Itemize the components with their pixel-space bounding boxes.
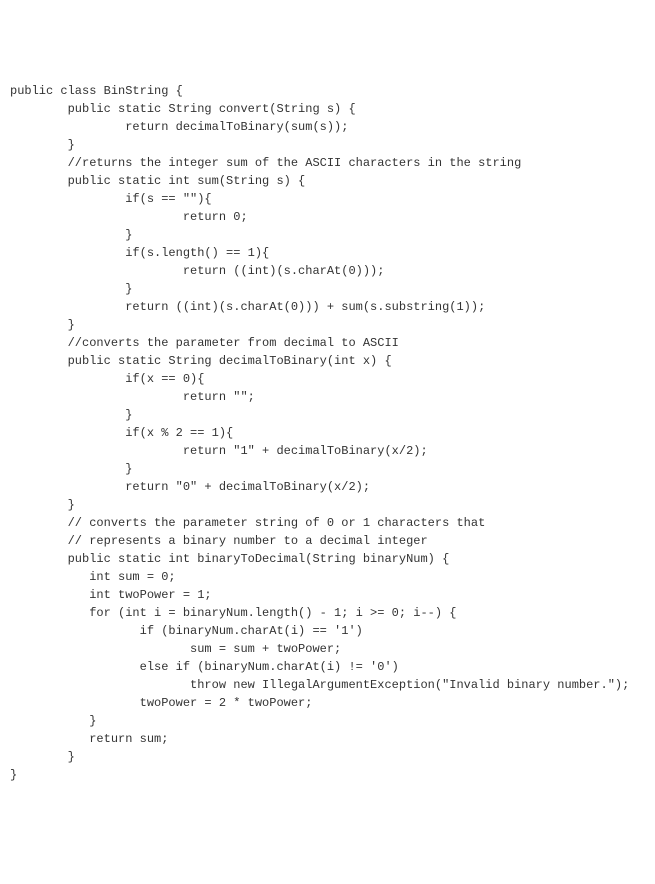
- code-line: //converts the parameter from decimal to…: [10, 334, 645, 352]
- code-line: }: [10, 280, 645, 298]
- code-line: public class BinString {: [10, 82, 645, 100]
- code-line: }: [10, 136, 645, 154]
- code-line: return "";: [10, 388, 645, 406]
- code-line: }: [10, 226, 645, 244]
- code-line: }: [10, 712, 645, 730]
- code-line: throw new IllegalArgumentException("Inva…: [10, 676, 645, 694]
- code-line: return ((int)(s.charAt(0))) + sum(s.subs…: [10, 298, 645, 316]
- code-line: //returns the integer sum of the ASCII c…: [10, 154, 645, 172]
- code-line: for (int i = binaryNum.length() - 1; i >…: [10, 604, 645, 622]
- code-line: else if (binaryNum.charAt(i) != '0'): [10, 658, 645, 676]
- code-line: return decimalToBinary(sum(s));: [10, 118, 645, 136]
- code-line: if(s == ""){: [10, 190, 645, 208]
- code-line: // represents a binary number to a decim…: [10, 532, 645, 550]
- code-line: if (binaryNum.charAt(i) == '1'): [10, 622, 645, 640]
- code-line: }: [10, 460, 645, 478]
- code-line: return ((int)(s.charAt(0)));: [10, 262, 645, 280]
- code-line: }: [10, 406, 645, 424]
- code-line: return sum;: [10, 730, 645, 748]
- code-line: sum = sum + twoPower;: [10, 640, 645, 658]
- code-line: twoPower = 2 * twoPower;: [10, 694, 645, 712]
- code-line: return 0;: [10, 208, 645, 226]
- code-line: public static String convert(String s) {: [10, 100, 645, 118]
- code-line: if(x == 0){: [10, 370, 645, 388]
- code-line: }: [10, 748, 645, 766]
- code-line: int sum = 0;: [10, 568, 645, 586]
- code-line: // converts the parameter string of 0 or…: [10, 514, 645, 532]
- code-block: public class BinString { public static S…: [10, 82, 645, 784]
- code-line: }: [10, 766, 645, 784]
- code-line: public static int sum(String s) {: [10, 172, 645, 190]
- code-line: return "1" + decimalToBinary(x/2);: [10, 442, 645, 460]
- code-line: }: [10, 496, 645, 514]
- code-line: }: [10, 316, 645, 334]
- code-line: if(s.length() == 1){: [10, 244, 645, 262]
- code-line: public static String decimalToBinary(int…: [10, 352, 645, 370]
- code-line: return "0" + decimalToBinary(x/2);: [10, 478, 645, 496]
- code-line: public static int binaryToDecimal(String…: [10, 550, 645, 568]
- code-line: if(x % 2 == 1){: [10, 424, 645, 442]
- code-line: int twoPower = 1;: [10, 586, 645, 604]
